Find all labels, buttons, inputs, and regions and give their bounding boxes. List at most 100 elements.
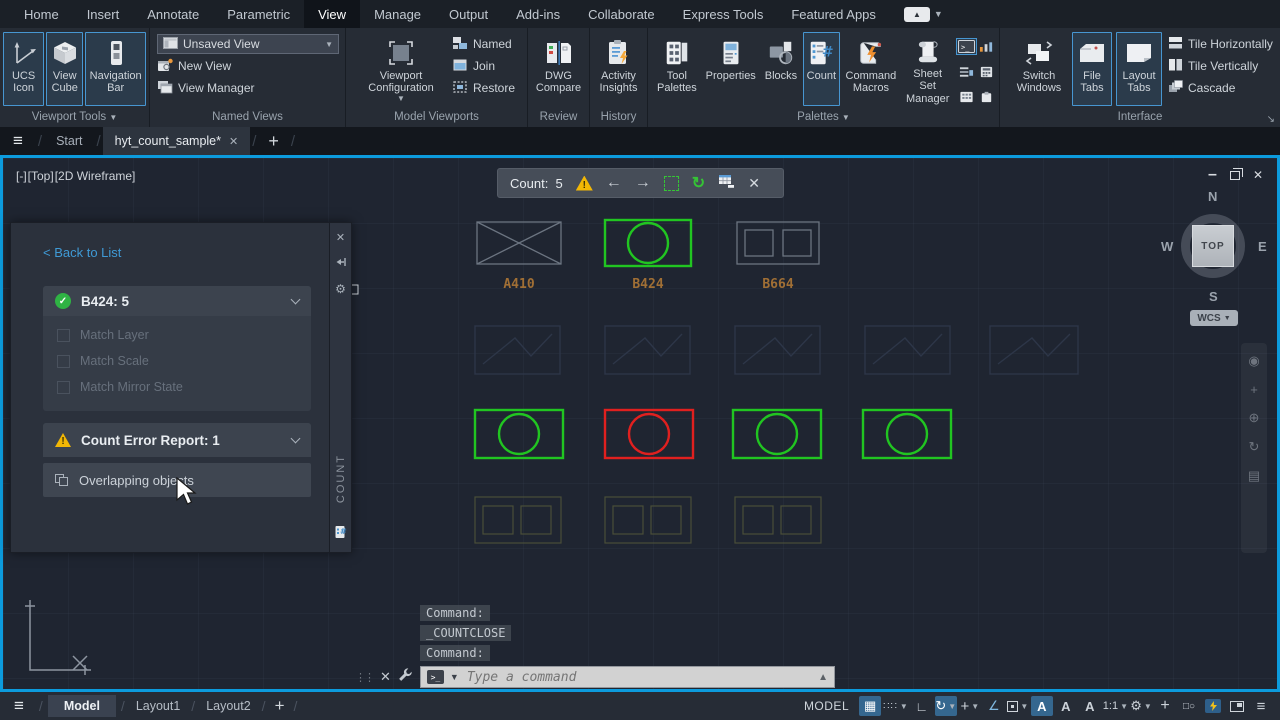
block-b664[interactable]	[736, 221, 820, 265]
properties-button[interactable]: Properties	[703, 32, 759, 106]
tile-vertically-button[interactable]: Tile Vertically	[1168, 56, 1273, 76]
counted-instance-green-2[interactable]	[731, 408, 823, 460]
close-icon[interactable]: ✕	[336, 231, 345, 244]
block-b424-highlighted[interactable]	[603, 218, 693, 268]
dwg-compare-button[interactable]: DWG Compare	[531, 32, 586, 106]
dimmed-block-row[interactable]	[474, 496, 822, 544]
menu-tab-home[interactable]: Home	[10, 0, 73, 28]
command-line-toggle-button[interactable]: >_	[955, 38, 977, 55]
menu-tab-output[interactable]: Output	[435, 0, 502, 28]
calculator-button[interactable]	[977, 64, 996, 80]
menu-tab-featured-apps[interactable]: Featured Apps	[777, 0, 890, 28]
ribbon-collapse-button[interactable]: ▲ ▼	[903, 0, 943, 28]
grid-toggle-icon[interactable]: ▦	[859, 696, 882, 716]
chevron-down-icon[interactable]	[290, 433, 301, 443]
command-macros-button[interactable]: Command Macros	[843, 32, 900, 106]
count-error-header[interactable]: ! Count Error Report: 1	[43, 423, 311, 457]
panel-label-viewport-tools[interactable]: Viewport Tools ▼	[0, 109, 149, 127]
layout2-tab[interactable]: Layout2	[200, 699, 256, 713]
customization-menu-icon[interactable]: ≡	[1250, 696, 1272, 716]
view-manager-button[interactable]: View Manager	[157, 78, 339, 98]
new-layout-button[interactable]: +	[271, 696, 289, 716]
layer-manager-button[interactable]	[957, 64, 976, 80]
polar-tracking-icon[interactable]: ↻ ▼	[934, 696, 957, 716]
hardware-acceleration-icon[interactable]	[1202, 696, 1224, 716]
layout1-tab[interactable]: Layout1	[130, 699, 186, 713]
layout-menu-icon[interactable]: ≡	[14, 696, 24, 716]
panel-label-palettes[interactable]: Palettes ▼	[648, 109, 999, 127]
restore-viewports-button[interactable]: Restore	[452, 78, 515, 98]
view-dropdown[interactable]: Unsaved View ▼	[157, 34, 339, 54]
drawing-canvas[interactable]: [-] [Top] [2D Wireframe] – ✕ Count: 5 ! …	[0, 155, 1280, 692]
add-cleanup-icon[interactable]: +	[1154, 696, 1176, 716]
layout-tabs-button[interactable]: Layout Tabs	[1116, 32, 1162, 106]
annotation-scale-value[interactable]: 1:1 ▼	[1103, 696, 1128, 716]
chevron-down-icon[interactable]: ▼	[450, 672, 459, 682]
view-cube-button[interactable]: View Cube	[46, 32, 84, 106]
clipboard-button[interactable]	[977, 89, 996, 105]
snap-mode-icon[interactable]: ∷∷ ▼	[883, 696, 909, 716]
match-layer-option[interactable]: Match Layer	[43, 322, 311, 348]
new-drawing-button[interactable]: +	[258, 127, 289, 155]
counted-instance-green-3[interactable]	[861, 408, 953, 460]
count-button[interactable]: # Count	[803, 32, 840, 106]
new-view-button[interactable]: New View	[157, 56, 339, 76]
counted-instance-green-1[interactable]	[473, 408, 565, 460]
file-tab-current[interactable]: hyt_count_sample* ✕	[102, 127, 251, 155]
dialog-launcher-icon[interactable]: ↘	[1267, 114, 1275, 125]
file-tabs-button[interactable]: File Tabs	[1072, 32, 1112, 106]
close-icon[interactable]: ✕	[229, 135, 238, 148]
keypad-button[interactable]	[957, 89, 976, 105]
space-mode-label[interactable]: MODEL	[804, 699, 849, 713]
annotation-autoscale-icon[interactable]: A	[1055, 696, 1077, 716]
auto-hide-pin-icon[interactable]	[336, 254, 346, 272]
command-input-bar[interactable]: >_ ▼ ▲	[419, 666, 835, 688]
tool-palettes-button[interactable]: Tool Palettes	[654, 32, 700, 106]
cascade-button[interactable]: Cascade	[1168, 78, 1273, 98]
command-input[interactable]	[464, 668, 813, 686]
counted-instance-error[interactable]	[603, 408, 695, 460]
close-command-line-icon[interactable]: ✕	[380, 669, 391, 685]
checkbox-icon[interactable]	[57, 380, 70, 394]
menu-tab-view[interactable]: View	[304, 0, 361, 28]
dimmed-object-row[interactable]	[474, 325, 1079, 375]
annotation-visibility-icon[interactable]: A	[1030, 696, 1053, 716]
match-scale-option[interactable]: Match Scale	[43, 348, 311, 374]
chevron-down-icon[interactable]: ▼	[934, 9, 943, 19]
viewport-configuration-button[interactable]: Viewport Configuration ▼	[360, 32, 442, 106]
back-to-list-link[interactable]: < Back to List	[43, 245, 121, 260]
gear-icon[interactable]: ⚙	[335, 282, 346, 296]
menu-tab-collaborate[interactable]: Collaborate	[574, 0, 669, 28]
workspace-gear-icon[interactable]: ⚙ ▼	[1130, 696, 1152, 716]
sheet-set-manager-button[interactable]: Sheet Set Manager	[902, 32, 953, 106]
object-snap-tracking-icon[interactable]: ∠	[983, 696, 1005, 716]
model-tab[interactable]: Model	[47, 695, 116, 717]
performance-analyzer-button[interactable]	[977, 39, 996, 55]
file-tabs-menu-icon[interactable]: ≡	[0, 127, 36, 155]
menu-tab-annotate[interactable]: Annotate	[133, 0, 213, 28]
tile-horizontally-button[interactable]: Tile Horizontally	[1168, 34, 1273, 54]
checkbox-icon[interactable]	[57, 354, 70, 368]
ortho-mode-icon[interactable]: ∟	[911, 696, 933, 716]
object-snap-icon[interactable]: ▼	[1007, 696, 1029, 716]
match-mirror-state-option[interactable]: Match Mirror State	[43, 374, 311, 400]
isometric-drafting-icon[interactable]: + ▼	[959, 696, 981, 716]
named-viewports-button[interactable]: Named	[452, 34, 515, 54]
block-a410[interactable]	[476, 221, 562, 265]
isolate-objects-icon[interactable]: □○	[1178, 696, 1200, 716]
menu-tab-insert[interactable]: Insert	[73, 0, 134, 28]
join-viewports-button[interactable]: Join	[452, 56, 515, 76]
activity-insights-button[interactable]: Activity Insights	[593, 32, 644, 106]
annotation-scale-icon[interactable]: A	[1079, 696, 1101, 716]
file-tab-start[interactable]: Start	[44, 127, 94, 155]
navigation-bar-button[interactable]: Navigation Bar	[85, 32, 146, 106]
switch-windows-button[interactable]: Switch Windows	[1010, 32, 1068, 106]
clean-screen-icon[interactable]	[1226, 696, 1248, 716]
checkbox-icon[interactable]	[57, 328, 70, 342]
drag-handle-icon[interactable]: ⋮⋮	[355, 671, 375, 684]
menu-tab-parametric[interactable]: Parametric	[213, 0, 304, 28]
menu-tab-manage[interactable]: Manage	[360, 0, 435, 28]
menu-tab-addins[interactable]: Add-ins	[502, 0, 574, 28]
expand-history-icon[interactable]: ▲	[818, 672, 828, 683]
customize-wrench-icon[interactable]	[398, 667, 413, 687]
